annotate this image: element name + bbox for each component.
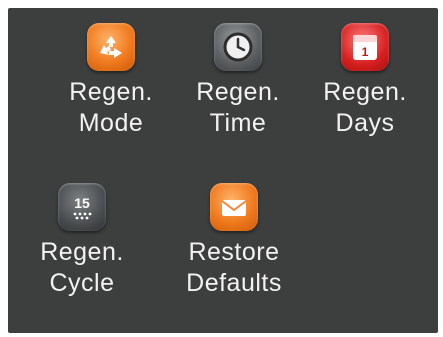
menu-item-label-line2: Time [209,109,267,137]
cycle-counter-icon: 15 [58,183,106,231]
menu-item-restore-defaults[interactable]: Restore Defaults [174,183,294,323]
menu-item-regen-days[interactable]: 1 Regen. Days [305,23,425,163]
menu-item-label-line2: Days [335,109,395,137]
menu-item-label-line2: Cycle [49,269,115,297]
menu-item-label-line1: Regen. [323,78,407,106]
counter-value: 15 [74,195,90,211]
menu-item-regen-cycle[interactable]: 15 Regen. Cycle [22,183,142,323]
menu-item-label-line1: Restore [188,238,280,266]
menu-item-label-line1: Regen. [196,78,280,106]
menu-item-regen-mode[interactable]: Regen. Mode [51,23,171,163]
menu-item-label-line1: Regen. [40,238,124,266]
envelope-icon [210,183,258,231]
clock-icon [214,23,262,71]
calendar-icon: 1 [341,23,389,71]
menu-item-label-line1: Regen. [69,78,153,106]
calendar-number: 1 [362,45,369,59]
menu-item-regen-time[interactable]: Regen. Time [178,23,298,163]
menu-item-label-line2: Defaults [186,269,282,297]
recycle-icon [87,23,135,71]
menu-screen: Regen. Mode Regen. Time 1 Regen. Days 15… [8,8,438,333]
menu-item-label-line2: Mode [78,109,144,137]
